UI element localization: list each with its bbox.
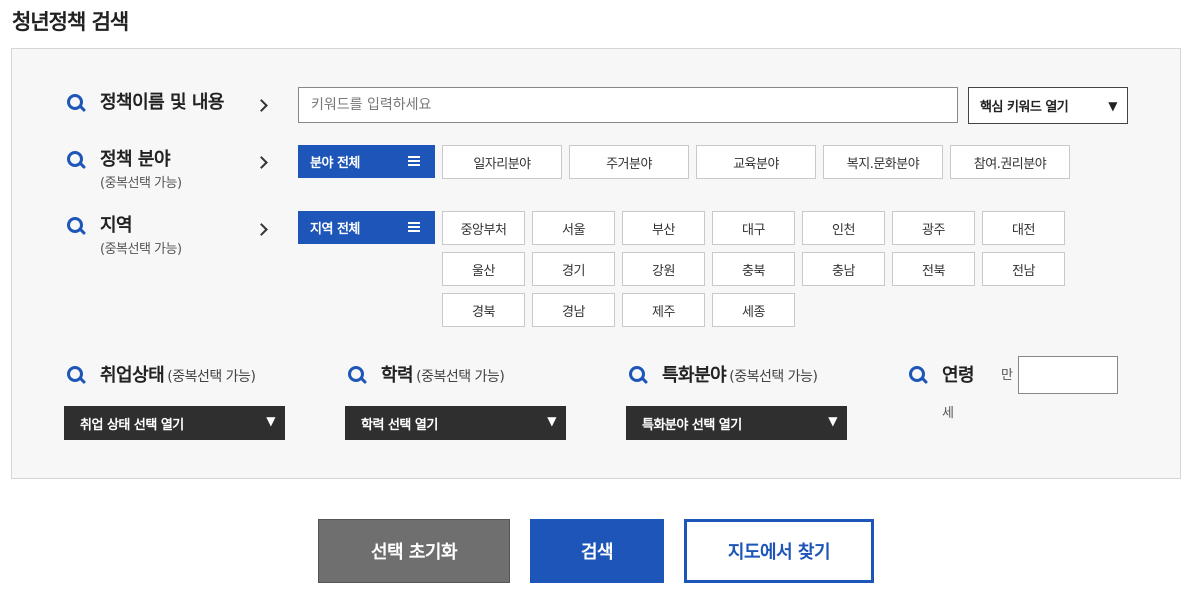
search-panel: 정책이름 및 내용 핵심 키워드 열기 ▼ 정책 분야 (중복선택 가능) 분야… xyxy=(11,48,1181,479)
region-chip[interactable]: 충남 xyxy=(802,252,885,286)
region-chip[interactable]: 전북 xyxy=(892,252,975,286)
caret-down-icon: ▼ xyxy=(266,414,275,428)
region-sub: (중복선택 가능) xyxy=(100,242,182,257)
region-chip[interactable]: 경남 xyxy=(532,293,615,327)
region-chip[interactable]: 전남 xyxy=(982,252,1065,286)
age-input[interactable] xyxy=(1018,356,1118,394)
caret-down-icon: ▼ xyxy=(547,414,556,428)
region-chip[interactable]: 대구 xyxy=(712,211,795,245)
region-all-label: 지역 전체 xyxy=(310,222,360,237)
field-label: 정책 분야 xyxy=(100,149,171,170)
region-label: 지역 xyxy=(100,215,133,236)
field-all-label: 분야 전체 xyxy=(310,156,360,171)
age-label: 연령 xyxy=(942,365,975,386)
specialty-select-label: 특화분야 선택 열기 xyxy=(642,417,742,433)
field-chip[interactable]: 주거분야 xyxy=(569,145,689,179)
menu-icon xyxy=(408,222,420,232)
region-row-label: 지역 (중복선택 가능) xyxy=(66,216,182,260)
field-chip[interactable]: 참여.권리분야 xyxy=(950,145,1070,179)
keyword-label: 정책이름 및 내용 xyxy=(100,92,224,113)
search-icon xyxy=(66,365,88,387)
reset-button[interactable]: 선택 초기화 xyxy=(318,519,510,583)
employment-label: 취업상태 xyxy=(100,364,165,386)
region-chip[interactable]: 제주 xyxy=(622,293,705,327)
region-chip[interactable]: 중앙부처 xyxy=(442,211,525,245)
find-on-map-button[interactable]: 지도에서 찾기 xyxy=(684,519,874,583)
employment-select[interactable]: 취업 상태 선택 열기 ▼ xyxy=(64,406,285,440)
field-chip[interactable]: 일자리분야 xyxy=(442,145,562,179)
search-icon xyxy=(908,365,930,387)
region-chip[interactable]: 충북 xyxy=(712,252,795,286)
menu-icon xyxy=(408,156,420,166)
caret-down-icon: ▼ xyxy=(1108,99,1117,113)
region-chip[interactable]: 부산 xyxy=(622,211,705,245)
search-icon xyxy=(66,216,88,238)
field-sub: (중복선택 가능) xyxy=(100,176,182,191)
field-chip[interactable]: 복지.문화분야 xyxy=(823,145,943,179)
search-icon xyxy=(66,150,88,172)
search-icon xyxy=(628,365,650,387)
keyword-toggle-button[interactable]: 핵심 키워드 열기 ▼ xyxy=(968,87,1128,124)
region-chip[interactable]: 인천 xyxy=(802,211,885,245)
chevron-right-icon xyxy=(255,156,268,169)
education-label-group: 학력 (중복선택 가능) xyxy=(347,364,505,387)
caret-down-icon: ▼ xyxy=(828,414,837,428)
education-select-label: 학력 선택 열기 xyxy=(361,417,438,433)
chevron-right-icon xyxy=(255,99,268,112)
region-chip[interactable]: 경기 xyxy=(532,252,615,286)
age-label-group: 연령 xyxy=(908,365,975,387)
education-label: 학력 xyxy=(381,364,414,386)
specialty-label: 특화분야 xyxy=(662,364,727,386)
region-chip[interactable]: 광주 xyxy=(892,211,975,245)
specialty-label-group: 특화분야 (중복선택 가능) xyxy=(628,364,818,387)
specialty-sub: (중복선택 가능) xyxy=(729,368,818,385)
region-chip[interactable]: 대전 xyxy=(982,211,1065,245)
employment-sub: (중복선택 가능) xyxy=(167,368,256,385)
region-chip[interactable]: 울산 xyxy=(442,252,525,286)
keyword-row-label: 정책이름 및 내용 xyxy=(66,93,224,115)
education-sub: (중복선택 가능) xyxy=(416,368,505,385)
field-all-button[interactable]: 분야 전체 xyxy=(298,145,435,178)
region-chip[interactable]: 세종 xyxy=(712,293,795,327)
specialty-select[interactable]: 특화분야 선택 열기 ▼ xyxy=(626,406,847,440)
employment-label-group: 취업상태 (중복선택 가능) xyxy=(66,364,256,387)
region-chip[interactable]: 서울 xyxy=(532,211,615,245)
field-chip[interactable]: 교육분야 xyxy=(696,145,816,179)
chevron-right-icon xyxy=(255,223,268,236)
region-all-button[interactable]: 지역 전체 xyxy=(298,211,435,244)
age-prefix: 만 xyxy=(1001,368,1013,383)
search-button[interactable]: 검색 xyxy=(530,519,664,583)
search-icon xyxy=(66,93,88,115)
keyword-input[interactable] xyxy=(298,87,958,123)
search-icon xyxy=(347,365,369,387)
keyword-toggle-label: 핵심 키워드 열기 xyxy=(980,100,1069,115)
region-chip[interactable]: 강원 xyxy=(622,252,705,286)
education-select[interactable]: 학력 선택 열기 ▼ xyxy=(345,406,566,440)
field-row-label: 정책 분야 (중복선택 가능) xyxy=(66,150,182,194)
employment-select-label: 취업 상태 선택 열기 xyxy=(80,417,184,433)
page-title: 청년정책 검색 xyxy=(12,10,129,34)
region-chip[interactable]: 경북 xyxy=(442,293,525,327)
age-unit: 세 xyxy=(942,406,954,421)
